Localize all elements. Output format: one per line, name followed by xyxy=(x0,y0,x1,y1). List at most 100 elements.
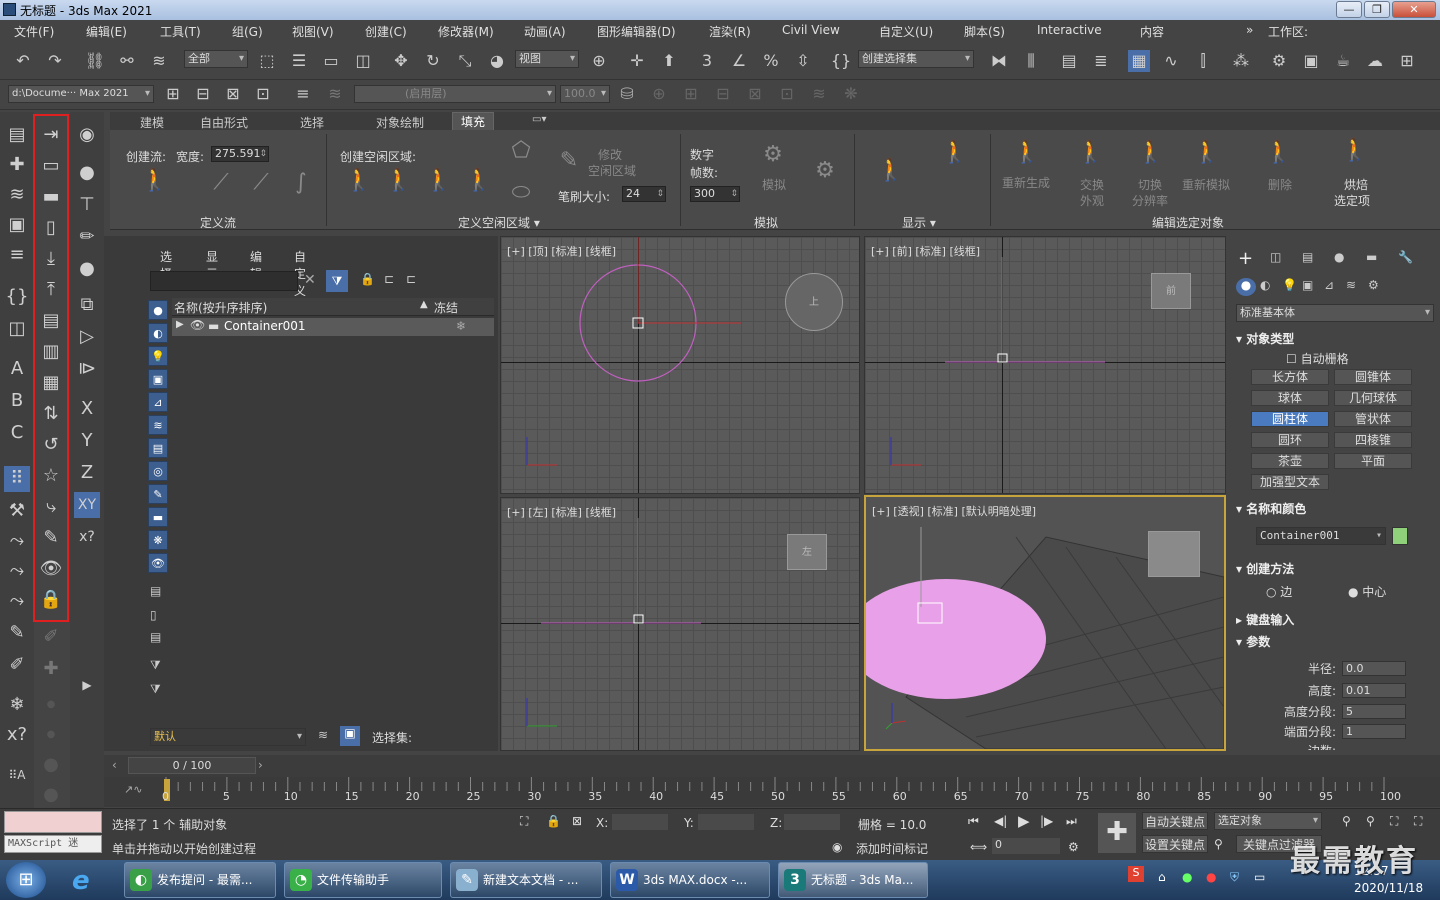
text-b-icon[interactable]: B xyxy=(4,388,30,414)
prev-key-icon[interactable]: ◀| xyxy=(994,814,1007,828)
filter-hidden-icon[interactable]: 👁 xyxy=(148,553,168,573)
project-folder-icon[interactable]: ⊞ xyxy=(162,83,184,105)
modify-tab-icon[interactable]: ◫ xyxy=(1270,250,1281,264)
geosphere-button[interactable]: 几何球体 xyxy=(1334,390,1412,406)
rollout-parameters[interactable]: ▾ 参数 xyxy=(1236,633,1432,651)
ribbon-options-icon[interactable]: ▭▾ xyxy=(532,114,546,125)
taskbar-item-word[interactable]: W 3ds MAX.docx -... xyxy=(610,862,770,898)
filter-shape-icon[interactable]: ◐ xyxy=(148,323,168,343)
frame-indicator[interactable]: 0 / 100 xyxy=(128,757,256,774)
sphere-button[interactable]: 球体 xyxy=(1251,390,1329,406)
filter-group-icon[interactable]: ▤ xyxy=(148,438,168,458)
menu-edit[interactable]: 编辑(E) xyxy=(86,23,127,40)
simulate-icon[interactable]: ⚙ xyxy=(758,142,788,167)
height-spinner[interactable]: 0.01 xyxy=(1342,683,1406,698)
hierarchy-a-icon[interactable]: ⊏ xyxy=(384,272,394,286)
expand-arrow-icon[interactable]: ▶ xyxy=(176,319,184,330)
layer-a-icon[interactable]: ⊞ xyxy=(680,83,702,105)
time-config-icon[interactable]: ⚙ xyxy=(1068,840,1079,854)
lights-cat-icon[interactable]: 💡 xyxy=(1282,278,1297,292)
menu-view[interactable]: 视图(V) xyxy=(292,23,334,40)
text-a-icon[interactable]: A xyxy=(4,356,30,382)
regen-icon[interactable]: 🚶 xyxy=(1012,140,1042,165)
taskbar-item-wechat[interactable]: ◔ 文件传输助手 xyxy=(284,862,442,898)
start-button-icon[interactable]: ⊞ xyxy=(6,862,46,898)
render-setup-icon[interactable]: ⚙ xyxy=(1268,50,1290,72)
paint-icon[interactable]: ● xyxy=(74,256,100,282)
cylinder-button[interactable]: 圆柱体 xyxy=(1251,411,1329,427)
height-segments-spinner[interactable]: 5 xyxy=(1342,704,1406,719)
bind-spacewarp-icon[interactable]: ≋ xyxy=(148,50,170,72)
close-button[interactable]: ✕ xyxy=(1392,1,1436,18)
window-crossing-icon[interactable]: ◫ xyxy=(352,50,374,72)
ribbon-tab-selection[interactable]: 选择 xyxy=(300,114,324,131)
display-ghost-icon[interactable]: 🚶 xyxy=(940,140,970,165)
maxscript-listener[interactable]: MAXScript 迷 xyxy=(4,835,102,853)
spinner-snap-icon[interactable]: ⇳ xyxy=(792,50,814,72)
link-icon[interactable]: ⛓ xyxy=(84,50,106,72)
idle-b-icon[interactable]: 🚶 xyxy=(384,168,414,193)
schematic-view-icon[interactable]: ⫿ xyxy=(1192,50,1214,72)
menu-tools[interactable]: 工具(T) xyxy=(160,23,201,40)
add-time-tag[interactable]: 添加时间标记 xyxy=(856,840,928,857)
taskbar-item-3dsmax[interactable]: 3 无标题 - 3ds Ma... xyxy=(778,862,928,898)
explorer-search-input[interactable] xyxy=(150,271,298,291)
ribbon-tab-modeling[interactable]: 建模 xyxy=(140,114,164,131)
key-mode-icon[interactable]: ⟺ xyxy=(970,840,987,854)
redo-icon[interactable]: ↷ xyxy=(44,50,66,72)
object-name-input[interactable]: Container001 xyxy=(1256,527,1386,545)
clear-search-icon[interactable]: ✕ xyxy=(304,272,316,288)
cameras-cat-icon[interactable]: ▣ xyxy=(1302,278,1313,292)
time-slider[interactable]: ‹ 0 / 100 › xyxy=(104,755,1440,777)
key-filter-icon[interactable]: ⚲ xyxy=(1214,837,1223,851)
snaps-toggle-icon[interactable]: 3 xyxy=(696,50,718,72)
layer-select-dropdown[interactable]: 默认 xyxy=(150,728,306,746)
select-by-name-icon[interactable]: ☰ xyxy=(288,50,310,72)
filter-xref-icon[interactable]: ◎ xyxy=(148,461,168,481)
display-tab-icon[interactable]: ▬ xyxy=(1366,250,1377,264)
tweak-icon[interactable]: ⚒ xyxy=(4,498,30,524)
delete-icon[interactable]: 🚶 xyxy=(1264,140,1294,165)
render-icon[interactable]: ◉ xyxy=(74,122,100,148)
layer-stack-icon[interactable]: ≋ xyxy=(324,83,346,105)
brush-size-spinner[interactable]: 24 xyxy=(622,186,666,202)
tray-shield-icon[interactable]: ⛨ xyxy=(1230,870,1239,885)
text-plus-button[interactable]: 加强型文本 xyxy=(1251,474,1329,490)
place-icon[interactable]: ◕ xyxy=(486,50,508,72)
width-spinner[interactable]: 275.591 xyxy=(211,146,269,162)
axis-xform-icon[interactable]: x? xyxy=(74,524,100,550)
play-b-icon[interactable]: ⧐ xyxy=(74,356,100,382)
selection-lock-icon[interactable]: 🔒 xyxy=(546,814,561,828)
hierarchy-tab-icon[interactable]: ▤ xyxy=(1302,250,1313,264)
idle-shape-a-icon[interactable]: ⬠ xyxy=(506,138,536,163)
goto-end-icon[interactable]: ⏭ xyxy=(1066,814,1077,829)
layer-d-icon[interactable]: ⊡ xyxy=(776,83,798,105)
menu-group[interactable]: 组(G) xyxy=(232,23,263,40)
viewport-left[interactable]: [+] [左] [标准] [线框] 左 xyxy=(500,497,860,751)
ref-coord-dropdown[interactable]: 视图 xyxy=(515,50,579,68)
menu-rendering[interactable]: 渲染(R) xyxy=(709,23,751,40)
curve-toggle-icon[interactable]: ↗∿ xyxy=(124,783,142,796)
percent-snap-icon[interactable]: % xyxy=(760,50,782,72)
cone-button[interactable]: 圆锥体 xyxy=(1334,369,1412,385)
ribbon-toggle-icon[interactable]: ▦ xyxy=(1128,50,1150,72)
snapshot-icon[interactable]: ⧉ xyxy=(74,292,100,318)
menu-content[interactable]: 内容 xyxy=(1140,23,1164,40)
layer-add-icon[interactable]: ⊕ xyxy=(648,83,670,105)
x-coord-field[interactable] xyxy=(612,814,668,830)
undo-icon[interactable]: ↶ xyxy=(12,50,34,72)
display-person-icon[interactable]: 🚶 xyxy=(876,158,906,183)
isolate-icon[interactable]: ⛶ xyxy=(520,814,528,829)
axis-y-icon[interactable]: Y xyxy=(74,428,100,454)
rect-region-icon[interactable]: ▭ xyxy=(320,50,342,72)
viewcube-top[interactable]: 上 xyxy=(785,273,843,331)
y-coord-field[interactable] xyxy=(698,814,754,830)
render-frame-icon[interactable]: ▣ xyxy=(1300,50,1322,72)
tray-c-icon[interactable]: ▭ xyxy=(1254,870,1265,884)
pin-a-icon[interactable]: ✐ xyxy=(38,624,64,650)
edit-named-sets-icon[interactable]: {} xyxy=(830,50,852,72)
menu-customize[interactable]: 自定义(U) xyxy=(879,23,933,40)
col-name-header[interactable]: 名称(按升序排序) xyxy=(174,299,267,316)
hierarchy-icon[interactable]: ⊤ xyxy=(74,192,100,218)
layers-toggle-icon[interactable]: ≡ xyxy=(4,242,30,268)
